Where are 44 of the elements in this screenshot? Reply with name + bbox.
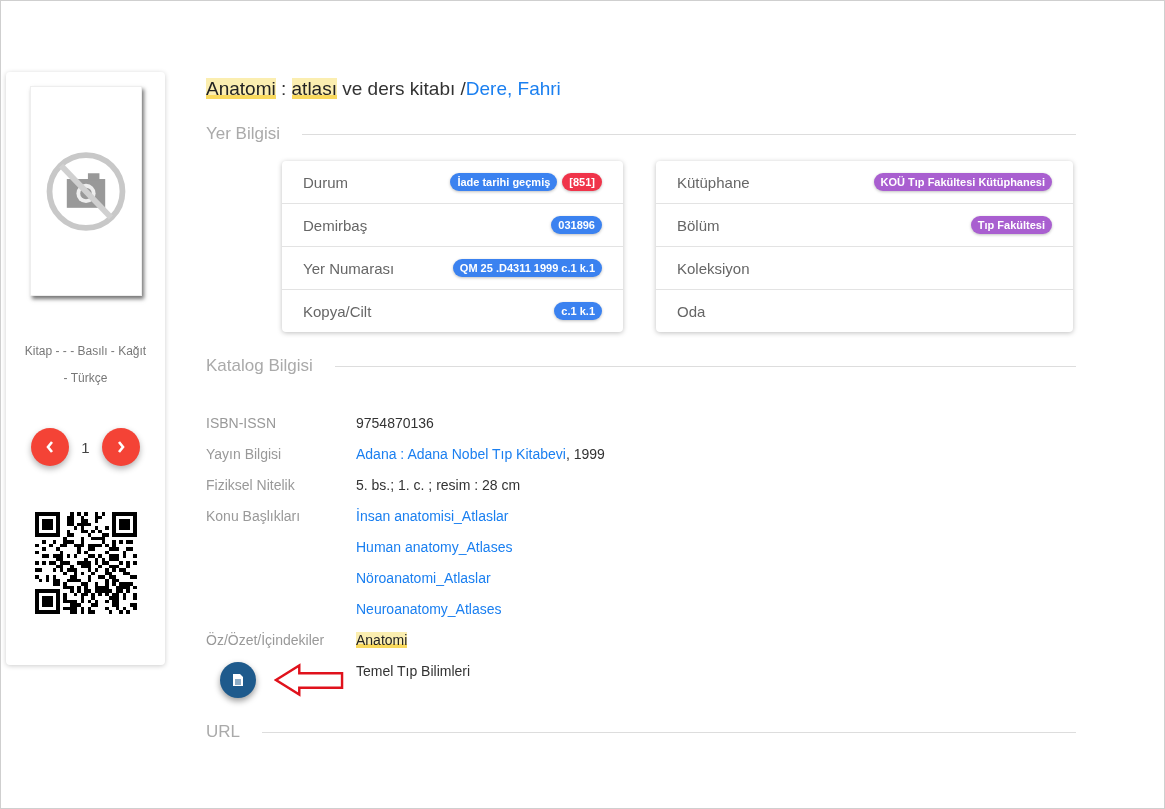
section-heading: Yer Bilgisi — [206, 124, 281, 144]
subject-link[interactable]: Neuroanatomy_Atlases — [356, 601, 502, 617]
status-badge: QM 25 .D4311 1999 c.1 k.1 — [452, 259, 602, 277]
field-label: Demirbaş — [303, 216, 368, 234]
field-value: 5. bs.; 1. c. ; resim : 28 cm — [356, 477, 521, 493]
field-value: Temel Tıp Bilimleri — [356, 663, 471, 679]
field-label: Konu Başlıkları — [206, 508, 301, 524]
subject-link[interactable]: Nöroanatomi_Atlaslar — [356, 570, 491, 586]
subject-link[interactable]: Human anatomy_Atlases — [356, 539, 513, 555]
section-heading: URL — [206, 722, 240, 742]
field-value: 9754870136 — [356, 415, 434, 431]
field-value: Anatomi — [356, 632, 408, 648]
status-badge: İade tarihi geçmiş — [450, 173, 558, 191]
subject-link[interactable]: Adana : Adana Nobel Tıp Kitabevi — [356, 446, 566, 462]
author-link[interactable]: Dere, Fahri — [465, 78, 561, 100]
field-value: , 1999 — [565, 446, 605, 462]
arrow-drawing — [274, 663, 344, 697]
status-badge: KOÜ Tıp Fakültesi Kütüphanesi — [873, 173, 1052, 191]
document-button[interactable] — [220, 662, 256, 698]
format-text: Kitap - - - Basılı - Kağıt - Türkçe — [24, 343, 147, 387]
status-badge: 031896 — [551, 216, 602, 234]
field-label: Oda — [677, 302, 706, 320]
status-badge: c.1 k.1 — [554, 302, 602, 320]
previous-button[interactable] — [31, 428, 70, 466]
field-label: Fiziksel Nitelik — [206, 477, 295, 493]
status-badge: [851] — [562, 173, 602, 191]
field-label: Kopya/Cilt — [303, 302, 372, 320]
field-label: Öz/Özet/İçindekiler — [206, 632, 325, 648]
field-label: Kütüphane — [677, 173, 750, 191]
document-icon — [232, 673, 244, 687]
field-label: Bölüm — [677, 216, 720, 234]
field-label: Yer Numarası — [303, 259, 395, 277]
subject-link[interactable]: İnsan anatomisi_Atlaslar — [356, 508, 509, 524]
field-label: Durum — [303, 173, 348, 191]
field-label: ISBN-ISSN — [206, 415, 276, 431]
page-number: 1 — [81, 438, 90, 456]
chevron-right-icon — [115, 440, 126, 454]
field-label: Koleksiyon — [677, 259, 750, 277]
chevron-left-icon — [45, 440, 56, 454]
status-badge: Tıp Fakültesi — [970, 216, 1052, 234]
section-heading: Katalog Bilgisi — [206, 356, 313, 376]
next-button[interactable] — [101, 428, 140, 466]
field-label: Yayın Bilgisi — [206, 446, 282, 462]
record-title: Anatomi : atlası ve ders kitabı / — [206, 78, 466, 100]
